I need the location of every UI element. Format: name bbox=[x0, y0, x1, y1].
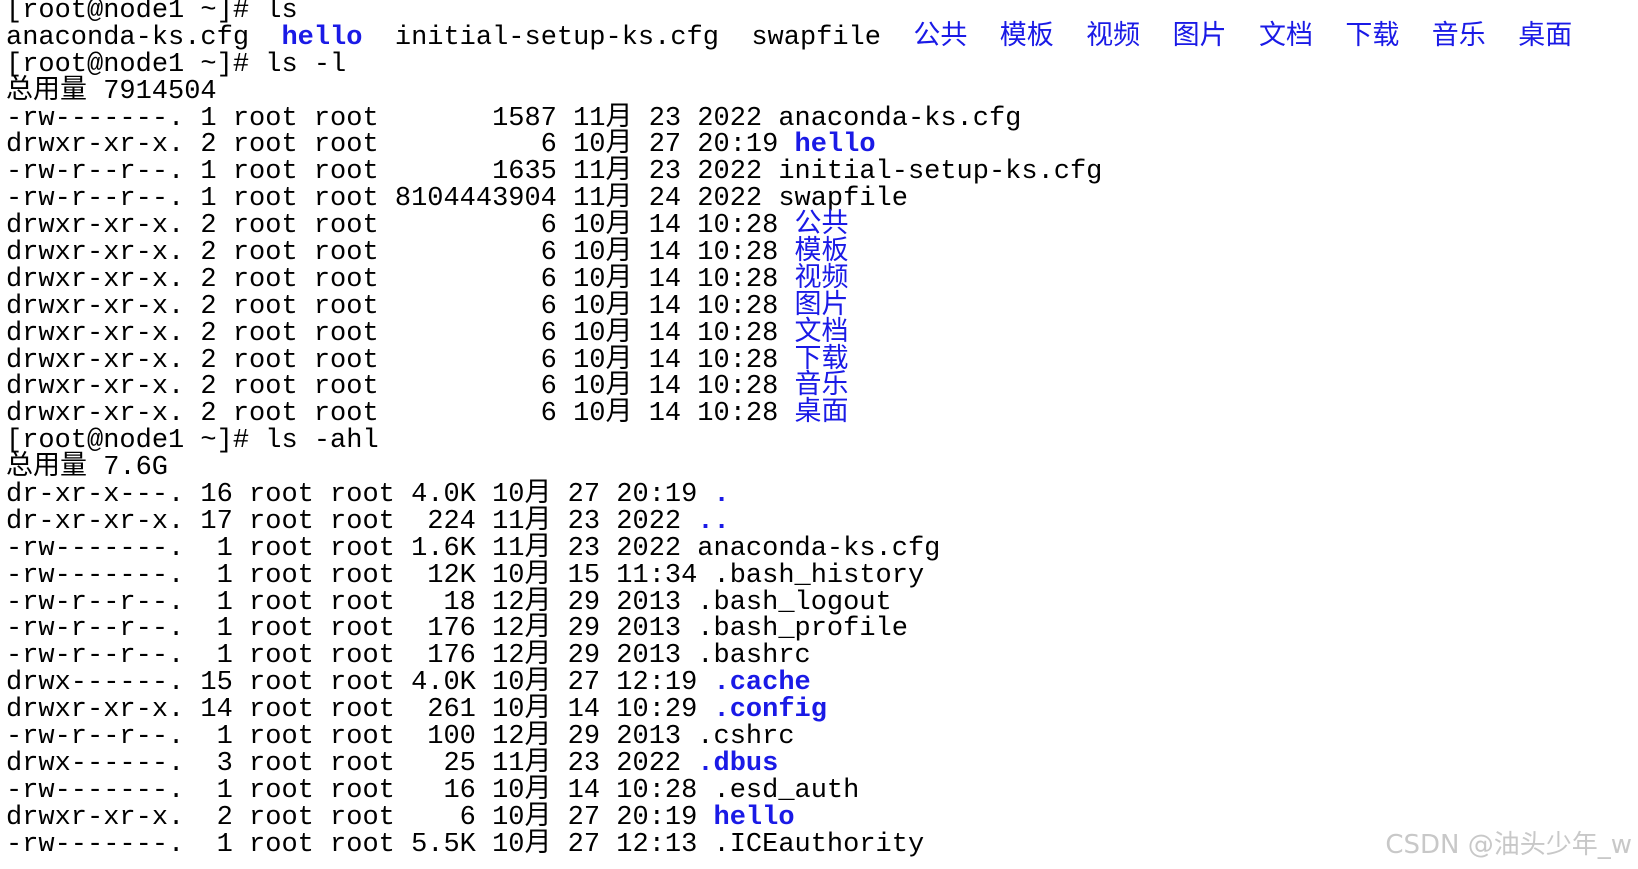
terminal-text: drwxr-xr-x. 2 root root 6 10月 27 20:19 bbox=[6, 802, 714, 833]
directory-name: 桌面 bbox=[1518, 22, 1573, 53]
terminal-text: [root@node1 ~]# ls -l bbox=[6, 49, 347, 80]
directory-name: 音乐 bbox=[794, 372, 849, 403]
terminal-line: 总用量 7.6G bbox=[6, 455, 1572, 482]
terminal-text: dr-xr-x---. 16 root root 4.0K 10月 27 20:… bbox=[6, 480, 714, 511]
terminal-line: -rw-r--r--. 1 root root 176 12月 29 2013 … bbox=[6, 616, 1572, 643]
terminal-line: -rw-r--r--. 1 root root 176 12月 29 2013 … bbox=[6, 643, 1572, 670]
directory-name: hello bbox=[794, 130, 876, 161]
terminal-text: drwxr-xr-x. 2 root root 6 10月 14 10:28 bbox=[6, 399, 795, 430]
terminal-line: drwxr-xr-x. 2 root root 6 10月 14 10:28 模… bbox=[6, 240, 1572, 267]
terminal-line: -rw-------. 1 root root 5.5K 10月 27 12:1… bbox=[6, 829, 1572, 860]
terminal-line: dr-xr-x---. 16 root root 4.0K 10月 27 20:… bbox=[6, 482, 1572, 509]
terminal-text: -rw-r--r--. 1 root root 100 12月 29 2013 … bbox=[6, 722, 795, 753]
terminal-output[interactable]: [root@node1 ~]# ls anaconda-ks.cfg hello … bbox=[6, 0, 1572, 859]
terminal-line: drwxr-xr-x. 2 root root 6 10月 27 20:19 h… bbox=[6, 802, 1572, 833]
directory-name: 公共 bbox=[794, 211, 849, 242]
terminal-text: [root@node1 ~]# ls -ahl bbox=[6, 426, 379, 457]
terminal-text: drwxr-xr-x. 2 root root 6 10月 14 10:28 bbox=[6, 264, 795, 295]
terminal-line: 总用量 7914504 bbox=[6, 76, 1572, 107]
terminal-line: -rw-r--r--. 1 root root 1635 11月 23 2022… bbox=[6, 159, 1572, 186]
csdn-watermark: CSDN @油头少年_w bbox=[1385, 830, 1632, 860]
terminal-line: -rw-------. 1 root root 16 10月 14 10:28 … bbox=[6, 775, 1572, 806]
directory-name: .cache bbox=[713, 668, 811, 699]
terminal-text: drwxr-xr-x. 2 root root 6 10月 14 10:28 bbox=[6, 318, 795, 349]
terminal-line: drwx------. 3 root root 25 11月 23 2022 .… bbox=[6, 748, 1572, 779]
terminal-line: -rw-r--r--. 1 root root 100 12月 29 2013 … bbox=[6, 724, 1572, 751]
terminal-text: -rw-r--r--. 1 root root 176 12月 29 2013 … bbox=[6, 641, 811, 672]
directory-name: 文档 bbox=[1258, 22, 1313, 53]
terminal-text: -rw-r--r--. 1 root root 176 12月 29 2013 … bbox=[6, 614, 908, 645]
terminal-line: drwxr-xr-x. 2 root root 6 10月 14 10:28 桌… bbox=[6, 401, 1572, 428]
directory-name: 下载 bbox=[1345, 22, 1400, 53]
terminal-text: drwx------. 15 root root 4.0K 10月 27 12:… bbox=[6, 668, 714, 699]
terminal-line: -rw-------. 1 root root 1587 11月 23 2022… bbox=[6, 105, 1572, 133]
directory-name: hello bbox=[281, 22, 363, 53]
directory-name: .dbus bbox=[697, 748, 779, 779]
terminal-text: drwxr-xr-x. 2 root root 6 10月 14 10:28 bbox=[6, 238, 795, 269]
terminal-text: drwxr-xr-x. 2 root root 6 10月 14 10:28 bbox=[6, 211, 795, 242]
terminal-text: drwxr-xr-x. 14 root root 261 10月 14 10:2… bbox=[6, 695, 714, 726]
terminal-text: -rw-------. 1 root root 1.6K 11月 23 2022… bbox=[6, 533, 941, 564]
terminal-text: drwxr-xr-x. 2 root root 6 10月 14 10:28 bbox=[6, 291, 795, 322]
terminal-text: 总用量 7914504 bbox=[6, 76, 217, 107]
terminal-text: -rw-------. 1 root root 5.5K 10月 27 12:1… bbox=[6, 829, 925, 860]
terminal-line: drwxr-xr-x. 2 root root 6 10月 14 10:28 视… bbox=[6, 264, 1572, 295]
terminal-line: -rw-r--r--. 1 root root 8104443904 11月 2… bbox=[6, 186, 1572, 213]
terminal-line: drwxr-xr-x. 2 root root 6 10月 14 10:28 图… bbox=[6, 291, 1572, 322]
terminal-text: drwx------. 3 root root 25 11月 23 2022 bbox=[6, 748, 698, 779]
directory-name: 文档 bbox=[794, 318, 849, 349]
directory-name: 模板 bbox=[794, 238, 849, 269]
terminal-line: dr-xr-xr-x. 17 root root 224 11月 23 2022… bbox=[6, 506, 1572, 537]
directory-name: . bbox=[713, 480, 730, 511]
terminal-text: anaconda-ks.cfg bbox=[6, 22, 282, 53]
terminal-line: [root@node1 ~]# ls bbox=[6, 0, 1572, 25]
directory-name: 桌面 bbox=[794, 399, 849, 430]
terminal-line: [root@node1 ~]# ls -ahl bbox=[6, 428, 1572, 455]
terminal-line: drwxr-xr-x. 2 root root 6 10月 14 10:28 下… bbox=[6, 347, 1572, 375]
directory-name: 模板 bbox=[999, 22, 1054, 53]
directory-name: hello bbox=[713, 802, 795, 833]
terminal-text: -rw-r--r--. 1 root root 1635 11月 23 2022… bbox=[6, 157, 1103, 188]
terminal-text: -rw-------. 1 root root 16 10月 14 10:28 … bbox=[6, 775, 860, 806]
terminal-text: 总用量 7.6G bbox=[6, 453, 169, 484]
terminal-line: drwxr-xr-x. 2 root root 6 10月 14 10:28 公… bbox=[6, 213, 1572, 240]
terminal-line: [root@node1 ~]# ls -l bbox=[6, 49, 1572, 80]
terminal-text: dr-xr-xr-x. 17 root root 224 11月 23 2022 bbox=[6, 506, 698, 537]
terminal-line: -rw-------. 1 root root 1.6K 11月 23 2022… bbox=[6, 533, 1572, 564]
directory-name: .config bbox=[713, 695, 827, 726]
terminal-text: drwxr-xr-x. 2 root root 6 10月 14 10:28 bbox=[6, 372, 795, 403]
directory-name: 公共 bbox=[913, 22, 968, 53]
terminal-text: -rw-------. 1 root root 12K 10月 15 11:34… bbox=[6, 560, 925, 591]
terminal-line: -rw-r--r--. 1 root root 18 12月 29 2013 .… bbox=[6, 589, 1572, 617]
terminal-line: drwxr-xr-x. 2 root root 6 10月 14 10:28 文… bbox=[6, 318, 1572, 349]
terminal-line: anaconda-ks.cfg hello initial-setup-ks.c… bbox=[6, 22, 1573, 53]
terminal-text: drwxr-xr-x. 2 root root 6 10月 27 20:19 bbox=[6, 130, 795, 161]
terminal-line: drwxr-xr-x. 2 root root 6 10月 14 10:28 音… bbox=[6, 374, 1572, 401]
directory-name: .. bbox=[697, 506, 730, 537]
directory-name: 音乐 bbox=[1431, 22, 1486, 53]
directory-name: 图片 bbox=[794, 291, 849, 322]
terminal-text: initial-setup-ks.cfg swapfile bbox=[362, 22, 914, 53]
terminal-text: -rw-r--r--. 1 root root 8104443904 11月 2… bbox=[6, 184, 908, 215]
terminal-line: drwxr-xr-x. 2 root root 6 10月 27 20:19 h… bbox=[6, 132, 1572, 159]
terminal-line: drwx------. 15 root root 4.0K 10月 27 12:… bbox=[6, 670, 1572, 697]
directory-name: 视频 bbox=[794, 264, 849, 295]
directory-name: 视频 bbox=[1086, 22, 1141, 53]
terminal-line: -rw-------. 1 root root 12K 10月 15 11:34… bbox=[6, 560, 1572, 591]
terminal-line: drwxr-xr-x. 14 root root 261 10月 14 10:2… bbox=[6, 697, 1572, 724]
directory-name: 图片 bbox=[1172, 22, 1227, 53]
